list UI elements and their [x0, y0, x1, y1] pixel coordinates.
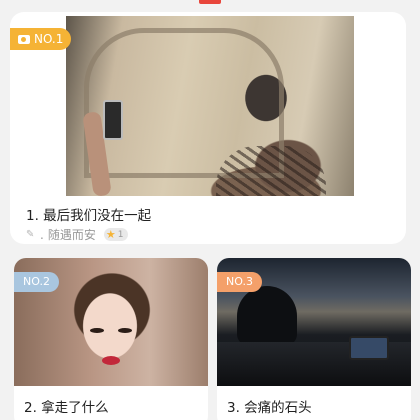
photo-eye-right — [118, 328, 132, 333]
post-title[interactable]: 2. 拿走了什么 — [24, 396, 109, 416]
photo-lips — [102, 356, 120, 365]
pen-icon: ✎ — [26, 228, 35, 240]
author-row[interactable]: ✎ . 随遇而安 ★ 1 — [26, 226, 129, 243]
photo-eye-left — [90, 328, 104, 333]
rank-badge-label: NO.1 — [34, 32, 64, 46]
post-title[interactable]: 3. 会痛的石头 — [227, 396, 312, 416]
top-tab-indicator — [199, 0, 221, 4]
rank-badge-1: NO.1 — [10, 28, 72, 50]
photo-driver-silhouette — [237, 286, 297, 346]
rank-badge-2: NO.2 — [14, 272, 59, 292]
post-card-2[interactable]: NO.2 2. 拿走了什么 — [14, 258, 208, 420]
photo-phone — [103, 100, 123, 140]
featured-photo[interactable] — [66, 16, 354, 197]
photo-car-screen — [349, 336, 389, 360]
author-level: 1 — [117, 229, 124, 240]
camera-icon — [18, 34, 30, 44]
photo-tattoo — [216, 146, 326, 196]
author-name[interactable]: 随遇而安 — [48, 226, 96, 243]
featured-card[interactable]: NO.1 1. 最后我们没在一起 ✎ . 随遇而安 ★ 1 — [10, 12, 406, 244]
author-level-chip: ★ 1 — [103, 228, 129, 241]
rank-badge-3: NO.3 — [217, 272, 262, 292]
post-card-3[interactable]: NO.3 3. 会痛的石头 — [217, 258, 411, 420]
author-separator: . — [40, 227, 44, 242]
star-icon: ★ — [105, 228, 116, 241]
post-title[interactable]: 1. 最后我们没在一起 — [26, 204, 151, 224]
